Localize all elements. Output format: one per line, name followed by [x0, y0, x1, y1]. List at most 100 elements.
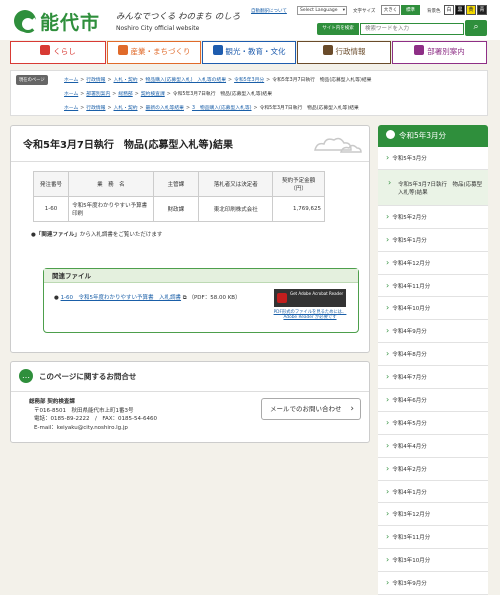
- breadcrumb-line: ホーム > 行政情報 > 入札・契約 > 最新の入札等結果 >3 物品購入(応募型入札等) > 令…: [64, 106, 359, 111]
- table-cell: 東北印刷株式会社: [198, 196, 274, 222]
- side-nav-item[interactable]: 令和4年2月分: [378, 457, 488, 481]
- gnav-administration[interactable]: 行政情報: [297, 41, 391, 64]
- results-table: 発注番号 業 務 名 主管課 落札者又は決定者 契約予定金額 （円） 1-60 …: [32, 171, 325, 222]
- side-nav-item[interactable]: 令和4年5月分: [378, 411, 488, 435]
- pdf-link[interactable]: 1-60 令和5年度わかりやすい予算書 入札調書: [61, 295, 181, 301]
- breadcrumb-link[interactable]: ホーム: [64, 92, 78, 97]
- table-cell: 財政課: [152, 196, 200, 222]
- breadcrumb-link[interactable]: 令和5年3月分: [234, 78, 264, 83]
- background-color-label: 背景色: [427, 9, 441, 14]
- table-cell: 令和5年度わかりやすい予算書印刷: [68, 196, 154, 222]
- gnav-living[interactable]: くらし: [10, 41, 106, 64]
- breadcrumb-current: 令和5年3月7日執行 物品(応募型入札等)結果: [259, 106, 359, 111]
- table-cell: 1-60: [32, 196, 70, 222]
- breadcrumb-link[interactable]: 入札・契約: [114, 106, 138, 111]
- people-icon: [414, 45, 425, 55]
- column-header: 主管課: [152, 171, 200, 197]
- related-files-heading: 関連ファイル: [44, 269, 358, 283]
- breadcrumb-current: 令和5年3月7日執行 物品(応募型入札等)結果: [172, 92, 273, 97]
- search-button[interactable]: ⌕: [465, 20, 487, 36]
- breadcrumb-link[interactable]: 入札・契約: [114, 78, 138, 83]
- column-header: 落札者又は決定者: [198, 171, 274, 197]
- site-logo-text[interactable]: 能代市: [40, 8, 100, 35]
- bg-yellow-button[interactable]: 黄: [466, 5, 476, 15]
- breadcrumb: 現在のページ ホーム > 行政情報 > 入札・契約 > 物品購入(応募型入札) 入札等の結果…: [10, 70, 488, 116]
- adobe-reader-link[interactable]: PDF形式のファイルを見るためには、Adobe Reader が必要です: [270, 310, 350, 320]
- breadcrumb-line: ホーム > 部署別案内 > 総務部 > 契約検査課 > 令和5年3月7日執行 物品(応募型入札等…: [64, 92, 273, 97]
- file-size: （PDF：58.00 KB）: [188, 295, 241, 301]
- title-divider: [11, 161, 369, 162]
- note-emphasis: 「関連ファイル」: [35, 232, 80, 238]
- breadcrumb-link[interactable]: 部署別案内: [86, 92, 110, 97]
- side-nav-item[interactable]: 令和3年10月分: [378, 549, 488, 573]
- table-cell: 1,769,625: [272, 196, 325, 222]
- breadcrumb-current: 令和5年3月7日執行 物品(応募型入札等)結果: [272, 78, 372, 83]
- camera-icon: [212, 45, 223, 55]
- site-header: 能代市 みんなでつくる わのまち のしろ Noshiro City offici…: [0, 0, 500, 40]
- search-input[interactable]: 検索ワードを入力: [360, 23, 464, 35]
- side-navigation: 令和5年3月分 令和5年3月分令和5年3月7日執行 物品(応募型入札等)結果令和…: [378, 125, 488, 595]
- search-icon: ⌕: [473, 22, 479, 32]
- font-size-label: 文字サイズ: [353, 9, 376, 14]
- side-nav-item[interactable]: 令和5年1月分: [378, 228, 488, 252]
- side-nav-item[interactable]: 令和4年11月分: [378, 274, 488, 298]
- breadcrumb-link[interactable]: ホーム: [64, 78, 78, 83]
- gnav-tourism[interactable]: 観光・教育・文化: [202, 41, 296, 64]
- related-file-item: ● 1-60 令和5年度わかりやすい予算書 入札調書 ⧉ （PDF：58.00 …: [54, 295, 241, 301]
- breadcrumb-link[interactable]: 契約検査課: [141, 92, 165, 97]
- phone-fax: 電話：0185-89-2222 / FAX：0185-54-6460: [34, 416, 157, 422]
- breadcrumb-link[interactable]: ホーム: [64, 106, 78, 111]
- building-icon: [117, 45, 128, 55]
- side-nav-item[interactable]: 令和4年8月分: [378, 343, 488, 367]
- circle-icon: [386, 130, 395, 139]
- mail-inquiry-button[interactable]: メールでのお問い合わせ: [261, 398, 361, 420]
- side-nav-item[interactable]: 令和4年6月分: [378, 389, 488, 412]
- side-nav-heading: 令和5年3月分: [378, 125, 488, 147]
- side-nav-item[interactable]: 令和4年7月分: [378, 366, 488, 390]
- pdf-icon: [277, 293, 287, 303]
- breadcrumb-link[interactable]: 物品購入(応募型入札) 入札等の結果: [146, 78, 227, 83]
- language-select[interactable]: Select Language: [297, 6, 347, 15]
- gnav-industry[interactable]: 産業・まちづくり: [107, 41, 201, 64]
- adobe-reader-banner[interactable]: Get Adobe Acrobat Reader: [274, 289, 346, 307]
- side-nav-subitem[interactable]: 令和5年3月7日執行 物品(応募型入札等)結果: [378, 169, 488, 206]
- gnav-departments[interactable]: 部署別案内: [392, 41, 487, 64]
- table-row: 1-60 令和5年度わかりやすい予算書印刷 財政課 東北印刷株式会社 1,769…: [32, 196, 325, 222]
- note-text: から入札調書をご覧いただけます: [79, 232, 163, 238]
- breadcrumb-link[interactable]: 最新の入札等結果: [146, 106, 184, 111]
- bg-black-button[interactable]: 黒: [455, 5, 465, 15]
- auto-translate-link[interactable]: 自動翻訳について: [251, 8, 287, 14]
- email-address: E-mail：keiyaku@city.noshiro.lg.jp: [34, 424, 128, 431]
- contact-header: … このページに関するお問合せ: [11, 362, 369, 392]
- bg-white-button[interactable]: 白: [444, 5, 454, 15]
- side-nav-item[interactable]: 令和4年4月分: [378, 434, 488, 458]
- table-header-row: 発注番号 業 務 名 主管課 落札者又は決定者 契約予定金額 （円）: [32, 171, 325, 197]
- side-nav-list: 令和5年3月分令和5年3月7日執行 物品(応募型入札等)結果令和5年2月分令和5…: [378, 147, 488, 595]
- font-large-button[interactable]: 大きく: [381, 5, 400, 15]
- side-nav-item[interactable]: 令和4年10月分: [378, 297, 488, 321]
- cloud-decoration-icon: [314, 137, 362, 153]
- page-title: 令和5年3月7日執行 物品(応募型入札等)結果: [23, 140, 234, 151]
- breadcrumb-link[interactable]: 総務部: [118, 92, 132, 97]
- side-nav-item[interactable]: 令和3年9月分: [378, 572, 488, 595]
- related-file-note: ●「関連ファイル」から入札調書をご覧いただけます: [31, 232, 163, 238]
- external-link-icon: ⧉: [182, 295, 187, 301]
- site-search-label: サイト内を検索: [317, 23, 359, 35]
- bg-blue-button[interactable]: 青: [477, 5, 487, 15]
- side-nav-item[interactable]: 令和4年12月分: [378, 251, 488, 275]
- side-nav-item[interactable]: 令和4年1月分: [378, 480, 488, 504]
- breadcrumb-line: ホーム > 行政情報 > 入札・契約 > 物品購入(応募型入札) 入札等の結果 > 令和5年3月…: [64, 78, 372, 83]
- font-standard-button[interactable]: 標準: [401, 5, 420, 15]
- side-nav-item[interactable]: 令和3年11月分: [378, 526, 488, 550]
- breadcrumb-link[interactable]: 行政情報: [86, 78, 105, 83]
- breadcrumb-link[interactable]: 3 物品購入(応募型入札等): [192, 106, 252, 111]
- side-nav-item[interactable]: 令和3年12月分: [378, 503, 488, 527]
- contact-details: 総務部 契約検査課 〒016-8501 秋田県能代市上町1番3号 電話：0185…: [29, 398, 157, 432]
- side-nav-item[interactable]: 令和4年9月分: [378, 320, 488, 344]
- department-name: 総務部 契約検査課: [29, 399, 75, 405]
- side-nav-item[interactable]: 令和5年3月分: [378, 147, 488, 170]
- side-nav-item[interactable]: 令和5年2月分: [378, 205, 488, 229]
- breadcrumb-link[interactable]: 行政情報: [86, 106, 105, 111]
- city-logo-icon[interactable]: [14, 10, 37, 33]
- official-site-label: Noshiro City official website: [116, 25, 200, 32]
